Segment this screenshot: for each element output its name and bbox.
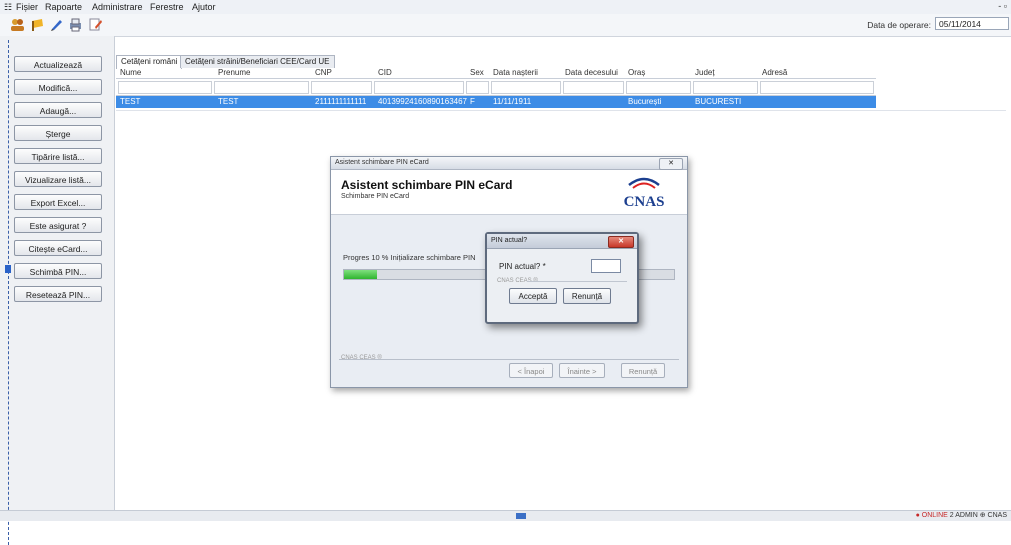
refresh-button[interactable]: Actualizează <box>14 56 102 72</box>
wizard-subheading: Schimbare PIN eCard <box>341 193 410 200</box>
wizard-footer-label: CNAS CEAS ® <box>341 355 385 361</box>
user-status: 2 ADMIN ⊕ CNAS <box>949 512 1007 519</box>
change-pin-button[interactable]: Schimbă PIN... <box>14 263 102 279</box>
view-list-button[interactable]: Vizualizare listă... <box>14 171 102 187</box>
cell-last-name: TEST <box>120 97 141 106</box>
print-icon[interactable] <box>68 17 83 32</box>
pin-separator <box>527 281 627 282</box>
filter-cell[interactable] <box>693 81 758 94</box>
status-info: ● ONLINE 2 ADMIN ⊕ CNAS <box>916 511 1007 519</box>
filter-cell[interactable] <box>563 81 624 94</box>
menu-windows[interactable]: Ferestre <box>150 2 184 12</box>
menu-admin[interactable]: Administrare <box>92 2 143 12</box>
flag-icon[interactable] <box>30 17 45 32</box>
pin-input[interactable] <box>591 259 621 273</box>
filter-cell[interactable] <box>626 81 691 94</box>
pin-field-label: PIN actual? * <box>499 262 546 271</box>
tab-romanian-citizens[interactable]: Cetățeni români <box>116 55 183 69</box>
cell-birth-date: 11/11/1911 <box>493 97 532 106</box>
modify-button[interactable]: Modifică... <box>14 79 102 95</box>
filter-cell[interactable] <box>491 81 561 94</box>
column-header[interactable]: Sex <box>470 68 484 77</box>
app-menu-icon[interactable]: ☷ <box>4 2 12 13</box>
cnas-logo-text: CNAS <box>624 194 665 210</box>
column-header[interactable]: Data decesului <box>565 68 618 77</box>
column-header[interactable]: Județ <box>695 68 715 77</box>
delete-button[interactable]: Șterge <box>14 125 102 141</box>
is-insured-button[interactable]: Este asigurat ? <box>14 217 102 233</box>
column-header[interactable]: Nume <box>120 68 141 77</box>
accept-button[interactable]: Acceptă <box>509 288 557 304</box>
active-item-marker <box>5 265 11 273</box>
cnas-logo: CNAS <box>617 173 671 211</box>
operation-date-field[interactable]: 05/11/2014 <box>935 17 1009 30</box>
cell-first-name: TEST <box>218 97 239 106</box>
filter-cell[interactable] <box>118 81 212 94</box>
wizard-separator <box>339 359 679 360</box>
progress-label: Progres 10 % Inițializare schimbare PIN <box>343 253 476 262</box>
status-bar <box>0 510 1011 521</box>
online-status: ● ONLINE <box>915 512 948 519</box>
column-header[interactable]: Data nașterii <box>493 68 538 77</box>
wizard-titlebar: Asistent schimbare PIN eCard ✕ <box>331 157 687 170</box>
pin-cancel-button[interactable]: Renunță <box>563 288 611 304</box>
filter-cell[interactable] <box>760 81 874 94</box>
add-button[interactable]: Adaugă... <box>14 102 102 118</box>
reset-pin-button[interactable]: Resetează PIN... <box>14 286 102 302</box>
cell-city: București <box>628 97 662 106</box>
wizard-title: Asistent schimbare PIN eCard <box>335 159 429 166</box>
cell-cid: 40139924160890163467 <box>378 97 467 106</box>
read-ecard-button[interactable]: Citește eCard... <box>14 240 102 256</box>
filter-cell[interactable] <box>374 81 464 94</box>
menu-reports[interactable]: Rapoarte <box>45 2 82 12</box>
print-list-button[interactable]: Tipărire listă... <box>14 148 102 164</box>
filter-cell[interactable] <box>466 81 489 94</box>
cell-sex: F <box>470 97 475 106</box>
column-header[interactable]: Oraș <box>628 68 645 77</box>
close-icon[interactable]: ✕ <box>659 158 683 170</box>
cell-cnp: 2111111111111 <box>315 97 367 106</box>
pin-titlebar: PIN actual? ✕ <box>487 234 637 249</box>
operation-date-label: Data de operare: <box>867 20 931 30</box>
column-header[interactable]: CID <box>378 68 392 77</box>
back-button[interactable]: < Înapoi <box>509 363 553 378</box>
tab-foreign-citizens[interactable]: Cetățeni străini/Beneficiari CEE/Card UE <box>180 55 335 68</box>
window-controls[interactable]: - ▫ <box>998 1 1007 11</box>
wizard-heading: Asistent schimbare PIN eCard <box>341 178 513 192</box>
column-header[interactable]: Prenume <box>218 68 250 77</box>
edit-icon[interactable] <box>88 17 103 32</box>
sidebar-divider <box>8 40 9 545</box>
menu-help[interactable]: Ajutor <box>192 2 216 12</box>
pin-prompt-dialog: PIN actual? ✕ PIN actual? * CNAS CEAS ® … <box>485 232 639 324</box>
export-excel-button[interactable]: Export Excel... <box>14 194 102 210</box>
status-indicator <box>516 513 526 519</box>
column-header[interactable]: CNP <box>315 68 332 77</box>
grid-header-line <box>116 78 876 79</box>
menu-file[interactable]: Fișier <box>16 2 38 12</box>
cell-county: BUCURESTI <box>695 97 742 106</box>
progress-fill <box>344 270 377 279</box>
pencil-icon[interactable] <box>49 17 64 32</box>
column-header[interactable]: Adresă <box>762 68 787 77</box>
filter-cell[interactable] <box>214 81 309 94</box>
pin-dialog-title: PIN actual? <box>491 237 528 244</box>
menu-bar: ☷ Fișier Rapoarte Administrare Ferestre … <box>0 0 1011 15</box>
next-button[interactable]: Înainte > <box>559 363 605 378</box>
close-icon[interactable]: ✕ <box>608 236 634 248</box>
toolbar <box>0 14 1011 37</box>
people-icon[interactable] <box>10 17 25 32</box>
wizard-cancel-button[interactable]: Renunță <box>621 363 665 378</box>
filter-cell[interactable] <box>311 81 372 94</box>
